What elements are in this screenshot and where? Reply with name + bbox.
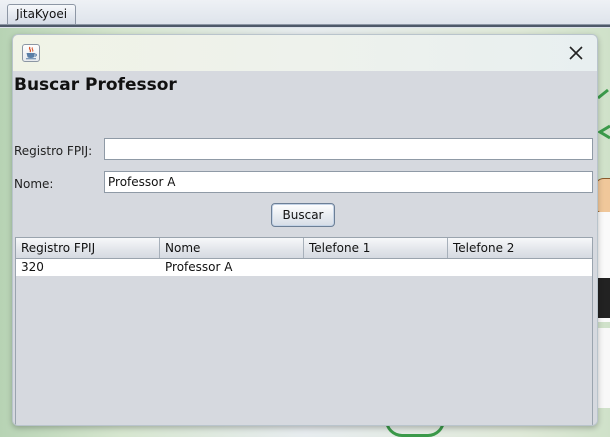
table-header: Registro FPIJ Nome Telefone 1 Telefone 2	[16, 238, 592, 259]
form-title: Buscar Professor	[14, 75, 177, 95]
dialog-titlebar[interactable]	[13, 35, 597, 71]
registro-fpij-input[interactable]	[104, 138, 593, 160]
close-button[interactable]	[567, 44, 585, 62]
buscar-professor-dialog: Buscar Professor Registro FPIJ: Nome: Bu…	[12, 34, 598, 426]
cell-registro-fpij: 320	[21, 260, 44, 274]
app-tabstrip: JitaKyoei	[0, 0, 610, 28]
close-icon	[569, 46, 583, 60]
dialog-content: Buscar Professor Registro FPIJ: Nome: Bu…	[13, 71, 597, 425]
table-row[interactable]: 320 Professor A	[16, 259, 592, 276]
column-header-telefone-1[interactable]: Telefone 1	[304, 238, 448, 258]
column-header-registro-fpij[interactable]: Registro FPIJ	[16, 238, 160, 258]
nome-input[interactable]	[104, 171, 593, 193]
app-tab-jitakyoei[interactable]: JitaKyoei	[7, 4, 77, 24]
tab-divider	[0, 24, 610, 27]
column-header-telefone-2[interactable]: Telefone 2	[448, 238, 592, 258]
cell-telefone-2	[448, 259, 592, 276]
java-cup-icon	[22, 44, 40, 62]
buscar-button[interactable]: Buscar	[271, 203, 335, 227]
results-table[interactable]: Registro FPIJ Nome Telefone 1 Telefone 2…	[15, 237, 593, 425]
cell-nome: Professor A	[165, 260, 233, 274]
cell-telefone-1	[304, 259, 448, 276]
column-header-nome[interactable]: Nome	[160, 238, 304, 258]
nome-label: Nome:	[14, 177, 54, 191]
registro-fpij-label: Registro FPIJ:	[14, 144, 93, 158]
